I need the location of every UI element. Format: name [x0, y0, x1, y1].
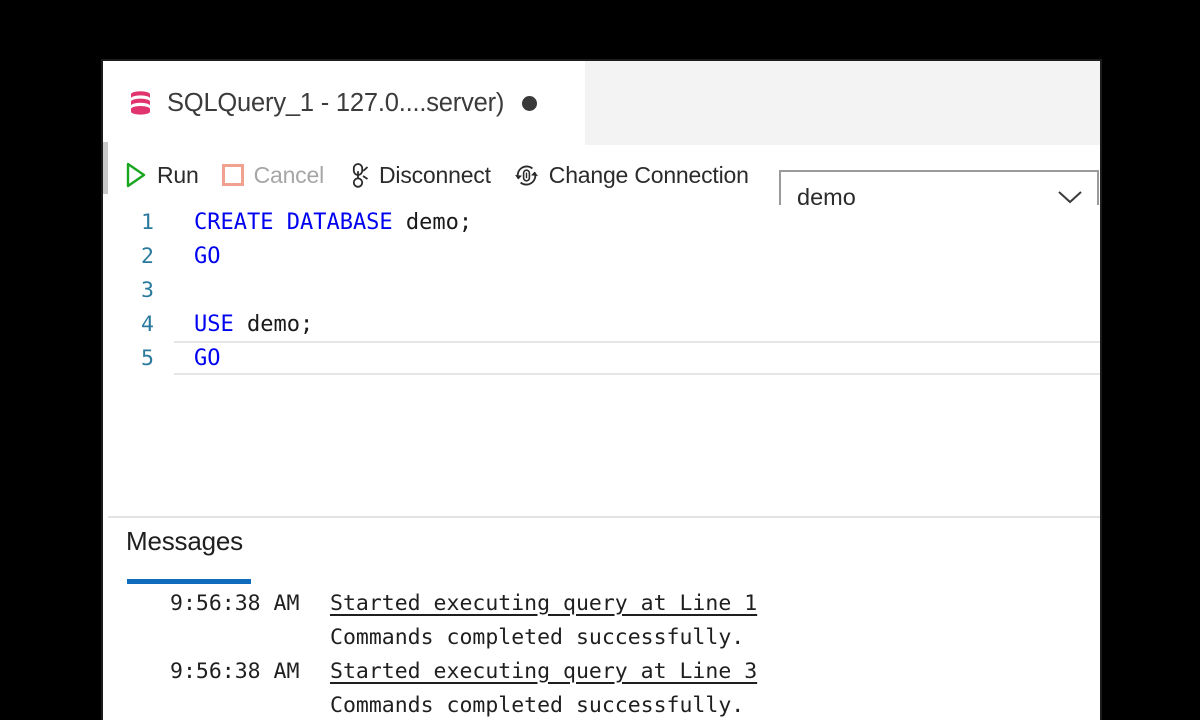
editor-tab-title: SQLQuery_1 - 127.0....server) — [167, 88, 505, 117]
message-text: Commands completed successfully. — [330, 624, 745, 650]
tab-strip: SQLQuery_1 - 127.0....server) — [108, 61, 1100, 145]
run-button-label: Run — [157, 161, 199, 188]
editor-tab-sqlquery1[interactable]: SQLQuery_1 - 127.0....server) — [108, 61, 585, 145]
tab-messages[interactable]: Messages — [126, 526, 251, 584]
code-line-list: 1 CREATE DATABASE demo; 2 GO 3 4 USE demo; 5 GO — [108, 205, 1100, 375]
sql-editor-window: SQLQuery_1 - 127.0....server) Run Cancel — [101, 59, 1102, 720]
line-number: 3 — [141, 277, 154, 303]
code-line[interactable]: 1 CREATE DATABASE demo; — [108, 205, 1100, 239]
code-text: CREATE DATABASE demo; — [194, 209, 473, 235]
chevron-down-icon — [1058, 191, 1082, 204]
line-number: 5 — [141, 345, 154, 371]
line-number: 2 — [141, 243, 154, 269]
message-query-link[interactable]: Started executing query at Line 3 — [330, 659, 757, 684]
tab-messages-label: Messages — [126, 526, 243, 556]
message-row: 9:56:38 AM Started executing query at Lin… — [108, 586, 1100, 620]
unsaved-changes-dot-icon — [522, 95, 538, 111]
line-number: 1 — [141, 209, 154, 235]
results-tab-bar: Messages — [108, 518, 1100, 584]
disconnect-button-label: Disconnect — [379, 161, 491, 188]
editor-panel-divider — [108, 456, 1100, 518]
messages-output: 9:56:38 AM Started executing query at Lin… — [108, 586, 1100, 720]
screen: SQLQuery_1 - 127.0....server) Run Cancel — [0, 0, 1200, 720]
code-text: GO — [194, 243, 221, 269]
disconnect-button[interactable]: Disconnect — [340, 153, 497, 197]
message-row: 9:56:38 AM Started executing query at Lin… — [108, 654, 1100, 688]
code-line[interactable]: 4 USE demo; — [108, 307, 1100, 341]
code-line[interactable]: 5 GO — [108, 341, 1100, 375]
message-timestamp: 9:56:38 AM — [170, 658, 300, 684]
change-connection-button[interactable]: Change Connection — [507, 153, 755, 197]
disconnect-plug-icon — [352, 163, 369, 188]
tab-messages-active-underline — [127, 579, 251, 584]
message-row: Commands completed successfully. — [108, 688, 1100, 720]
play-triangle-icon — [126, 162, 146, 188]
refresh-connection-icon — [514, 165, 538, 185]
stop-square-icon — [221, 164, 244, 186]
code-line[interactable]: 3 — [108, 273, 1100, 307]
cancel-button-label: Cancel — [253, 161, 325, 188]
line-number: 4 — [141, 311, 154, 337]
message-timestamp: 9:56:38 AM — [170, 590, 300, 616]
results-panel: Messages 9:56:38 AM Started executing que… — [108, 518, 1100, 720]
sql-code-editor[interactable]: 1 CREATE DATABASE demo; 2 GO 3 4 USE demo; 5 GO — [108, 205, 1100, 456]
message-row: Commands completed successfully. — [108, 620, 1100, 654]
code-text: USE demo; — [194, 311, 314, 337]
run-button[interactable]: Run — [118, 153, 205, 197]
database-icon — [131, 91, 150, 115]
message-query-link[interactable]: Started executing query at Line 1 — [330, 591, 757, 616]
code-line[interactable]: 2 GO — [108, 239, 1100, 273]
code-text: GO — [194, 345, 221, 371]
change-connection-button-label: Change Connection — [548, 161, 749, 188]
editor-toolbar: Run Cancel Disconnect Change Connection … — [108, 145, 1100, 224]
cancel-button[interactable]: Cancel — [215, 153, 330, 197]
message-text: Commands completed successfully. — [330, 692, 745, 718]
